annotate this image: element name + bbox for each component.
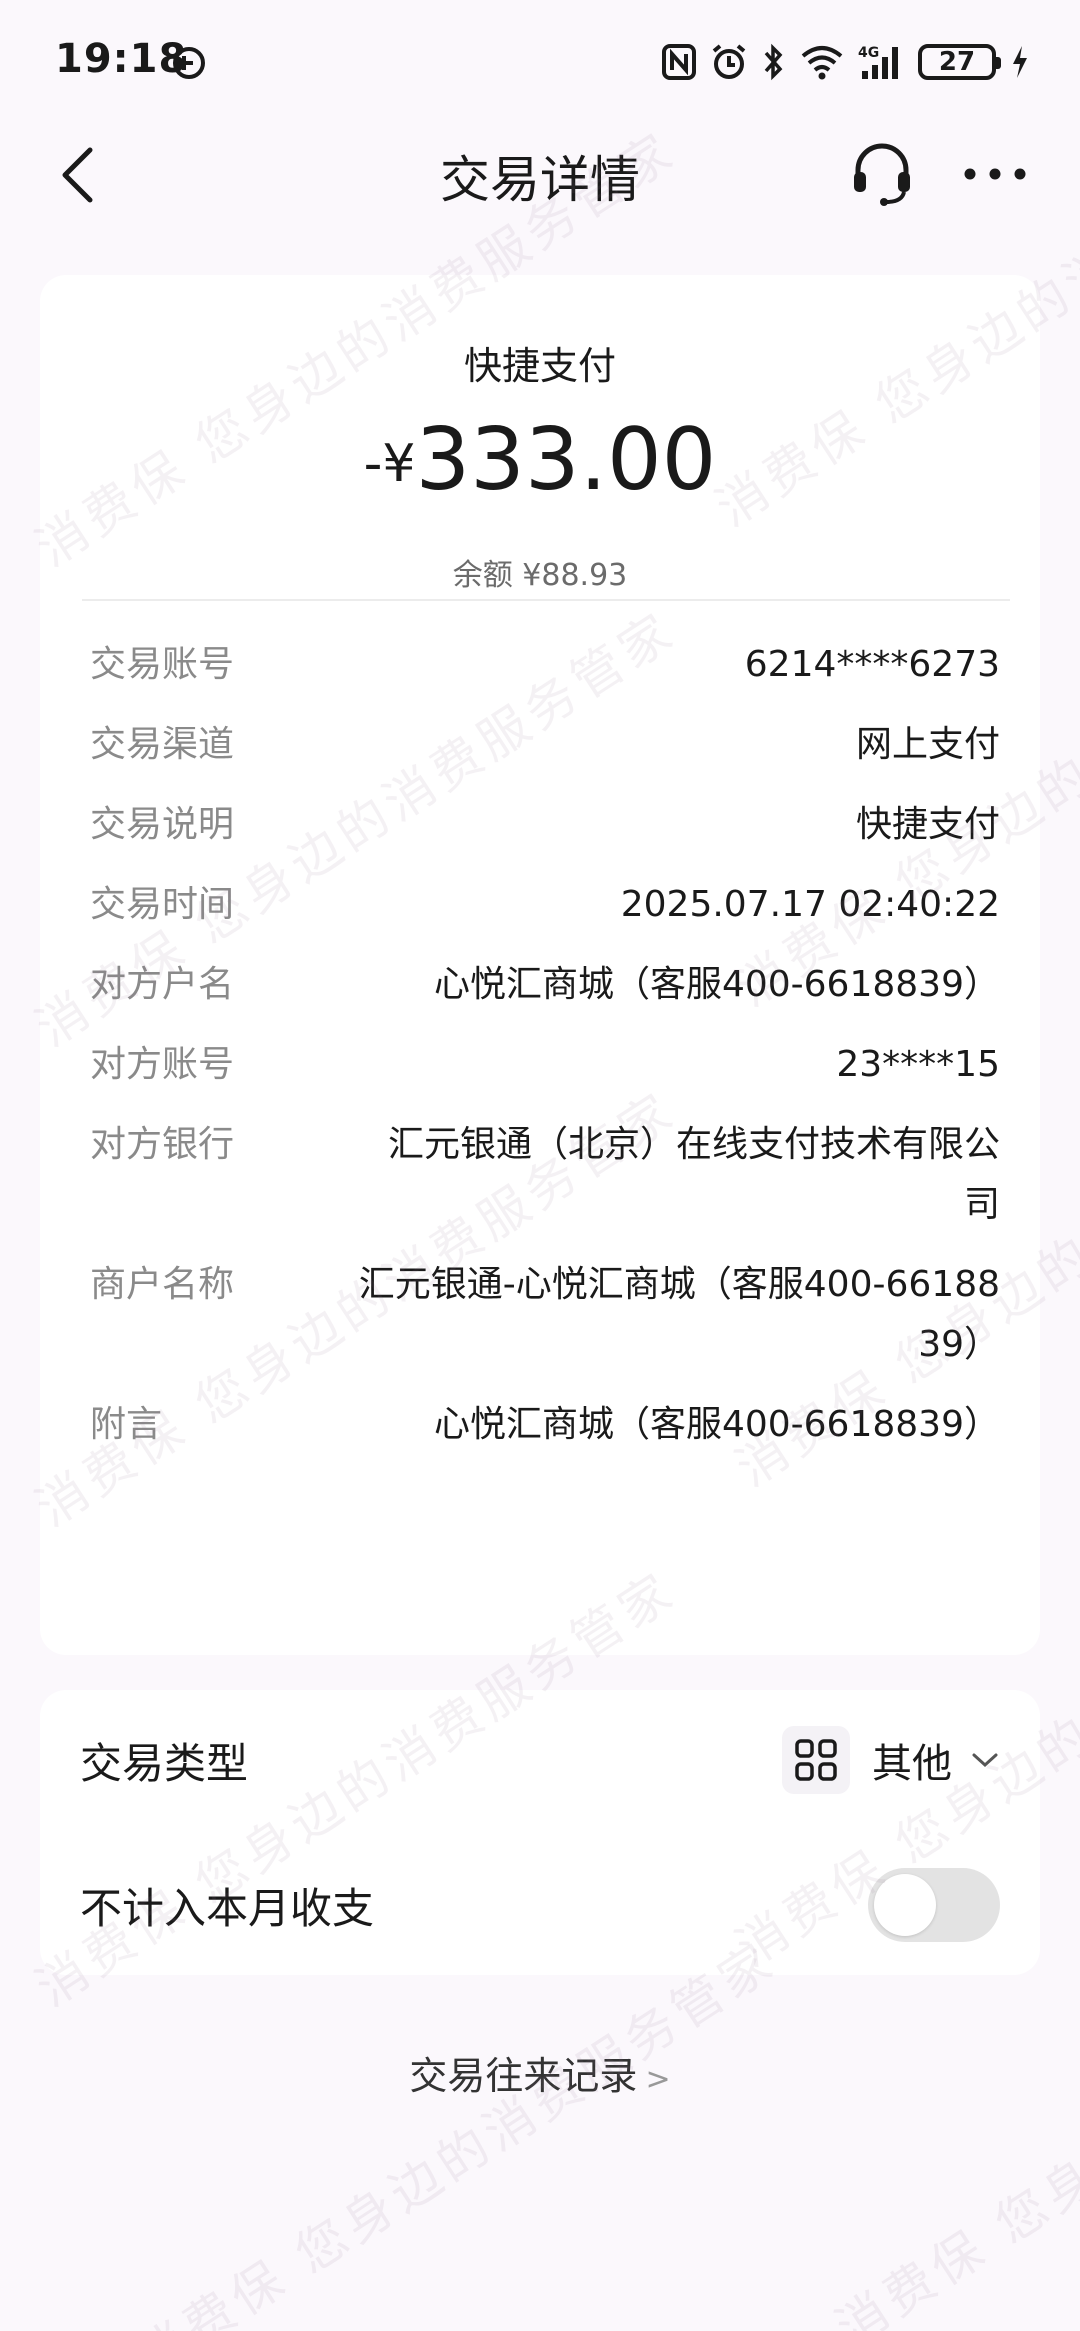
bluetooth-icon xyxy=(764,43,783,81)
watermark-text: 消费保 您身边的消费服务管家 xyxy=(125,1930,787,2331)
status-bar: 19:18 4G 27 xyxy=(0,0,1080,120)
detail-row-account: 交易账号 6214****6273 xyxy=(90,635,1000,695)
detail-value: 23****15 xyxy=(836,1044,1000,1085)
detail-label: 对方户名 xyxy=(90,964,235,1005)
more-options-icon[interactable] xyxy=(962,156,1028,192)
cellular-4g-icon: 4G xyxy=(858,45,898,79)
balance-text: 余额 ¥88.93 xyxy=(452,558,628,593)
detail-row-merchant-name: 商户名称 汇元银通-心悦汇商城（客服400-6618839） xyxy=(90,1255,1000,1375)
divider xyxy=(82,599,1010,601)
transaction-type-label: 快捷支付 xyxy=(463,344,616,388)
transaction-type-value: 其他 xyxy=(872,1741,952,1787)
detail-label: 交易渠道 xyxy=(90,724,235,765)
charging-bolt-icon xyxy=(1013,46,1027,78)
status-time: 19:18 xyxy=(55,36,188,82)
detail-label: 附言 xyxy=(90,1404,163,1445)
amount-prefix: -¥ xyxy=(363,434,416,494)
transaction-settings-card: 交易类型 其他 不计入本月收支 xyxy=(40,1690,1040,1975)
detail-label: 交易账号 xyxy=(90,644,235,685)
transaction-type-row[interactable]: 交易类型 其他 xyxy=(80,1715,1000,1805)
detail-row-description: 交易说明 快捷支付 xyxy=(90,795,1000,855)
amount-value: 333.00 xyxy=(415,410,717,510)
wifi-icon xyxy=(801,46,843,80)
battery-level: 27 xyxy=(938,47,976,77)
detail-list: 交易账号 6214****6273 交易渠道 网上支付 交易说明 快捷支付 交易… xyxy=(90,635,1000,1475)
transaction-type-picker[interactable]: 其他 xyxy=(782,1726,1000,1794)
customer-service-headset-icon[interactable] xyxy=(848,140,916,208)
transaction-type-label: 交易类型 xyxy=(80,1738,249,1788)
detail-label: 对方银行 xyxy=(90,1124,235,1165)
detail-row-channel: 交易渠道 网上支付 xyxy=(90,715,1000,775)
svg-text:4G: 4G xyxy=(858,45,879,61)
detail-value: 汇元银通-心悦汇商城（客服400-6618839） xyxy=(358,1264,1000,1365)
alarm-icon xyxy=(712,44,746,79)
detail-row-remark: 附言 心悦汇商城（客服400-6618839） xyxy=(90,1395,1000,1455)
detail-value: 心悦汇商城（客服400-6618839） xyxy=(433,1404,1000,1445)
transaction-amount: -¥333.00 xyxy=(40,410,1040,510)
chevron-down-icon xyxy=(972,1753,998,1768)
detail-row-time: 交易时间 2025.07.17 02:40:22 xyxy=(90,875,1000,935)
status-icons: 4G 27 xyxy=(662,40,1030,84)
history-link-label: 交易往来记录 xyxy=(409,2054,638,2098)
exclude-monthly-toggle[interactable] xyxy=(868,1868,1000,1942)
detail-label: 对方账号 xyxy=(90,1044,235,1085)
exclude-monthly-label: 不计入本月收支 xyxy=(80,1883,375,1933)
category-grid-icon xyxy=(782,1726,850,1794)
detail-row-counterparty-name: 对方户名 心悦汇商城（客服400-6618839） xyxy=(90,955,1000,1015)
detail-value: 2025.07.17 02:40:22 xyxy=(620,884,1000,925)
clock-badge-icon xyxy=(173,47,205,79)
detail-row-counterparty-bank: 对方银行 汇元银通（北京）在线支付技术有限公司 xyxy=(90,1115,1000,1235)
detail-value: 心悦汇商城（客服400-6618839） xyxy=(433,964,1000,1005)
page-title: 交易详情 xyxy=(440,151,640,209)
detail-value: 汇元银通（北京）在线支付技术有限公司 xyxy=(387,1124,1000,1225)
transaction-history-link[interactable]: 交易往来记录 > xyxy=(0,2045,1080,2100)
navigation-bar: 交易详情 xyxy=(0,120,1080,230)
detail-label: 交易说明 xyxy=(90,804,235,845)
chevron-right-icon: > xyxy=(645,2062,671,2097)
detail-value: 网上支付 xyxy=(855,724,1000,765)
exclude-monthly-row: 不计入本月收支 xyxy=(80,1860,1000,1950)
detail-label: 商户名称 xyxy=(90,1264,235,1305)
detail-label: 交易时间 xyxy=(90,884,235,925)
transaction-detail-card: 快捷支付 -¥333.00 余额 ¥88.93 交易账号 6214****627… xyxy=(40,275,1040,1655)
nfc-icon xyxy=(662,44,696,80)
detail-row-counterparty-account: 对方账号 23****15 xyxy=(90,1035,1000,1095)
detail-value: 6214****6273 xyxy=(744,644,1000,685)
battery-icon: 27 xyxy=(918,44,1001,80)
toggle-knob xyxy=(874,1874,936,1936)
detail-value: 快捷支付 xyxy=(855,804,1000,845)
transaction-detail-screen: 19:18 4G 27 交易详情 快捷支付 -¥333.00 余额 ¥88.93… xyxy=(0,0,1080,2331)
